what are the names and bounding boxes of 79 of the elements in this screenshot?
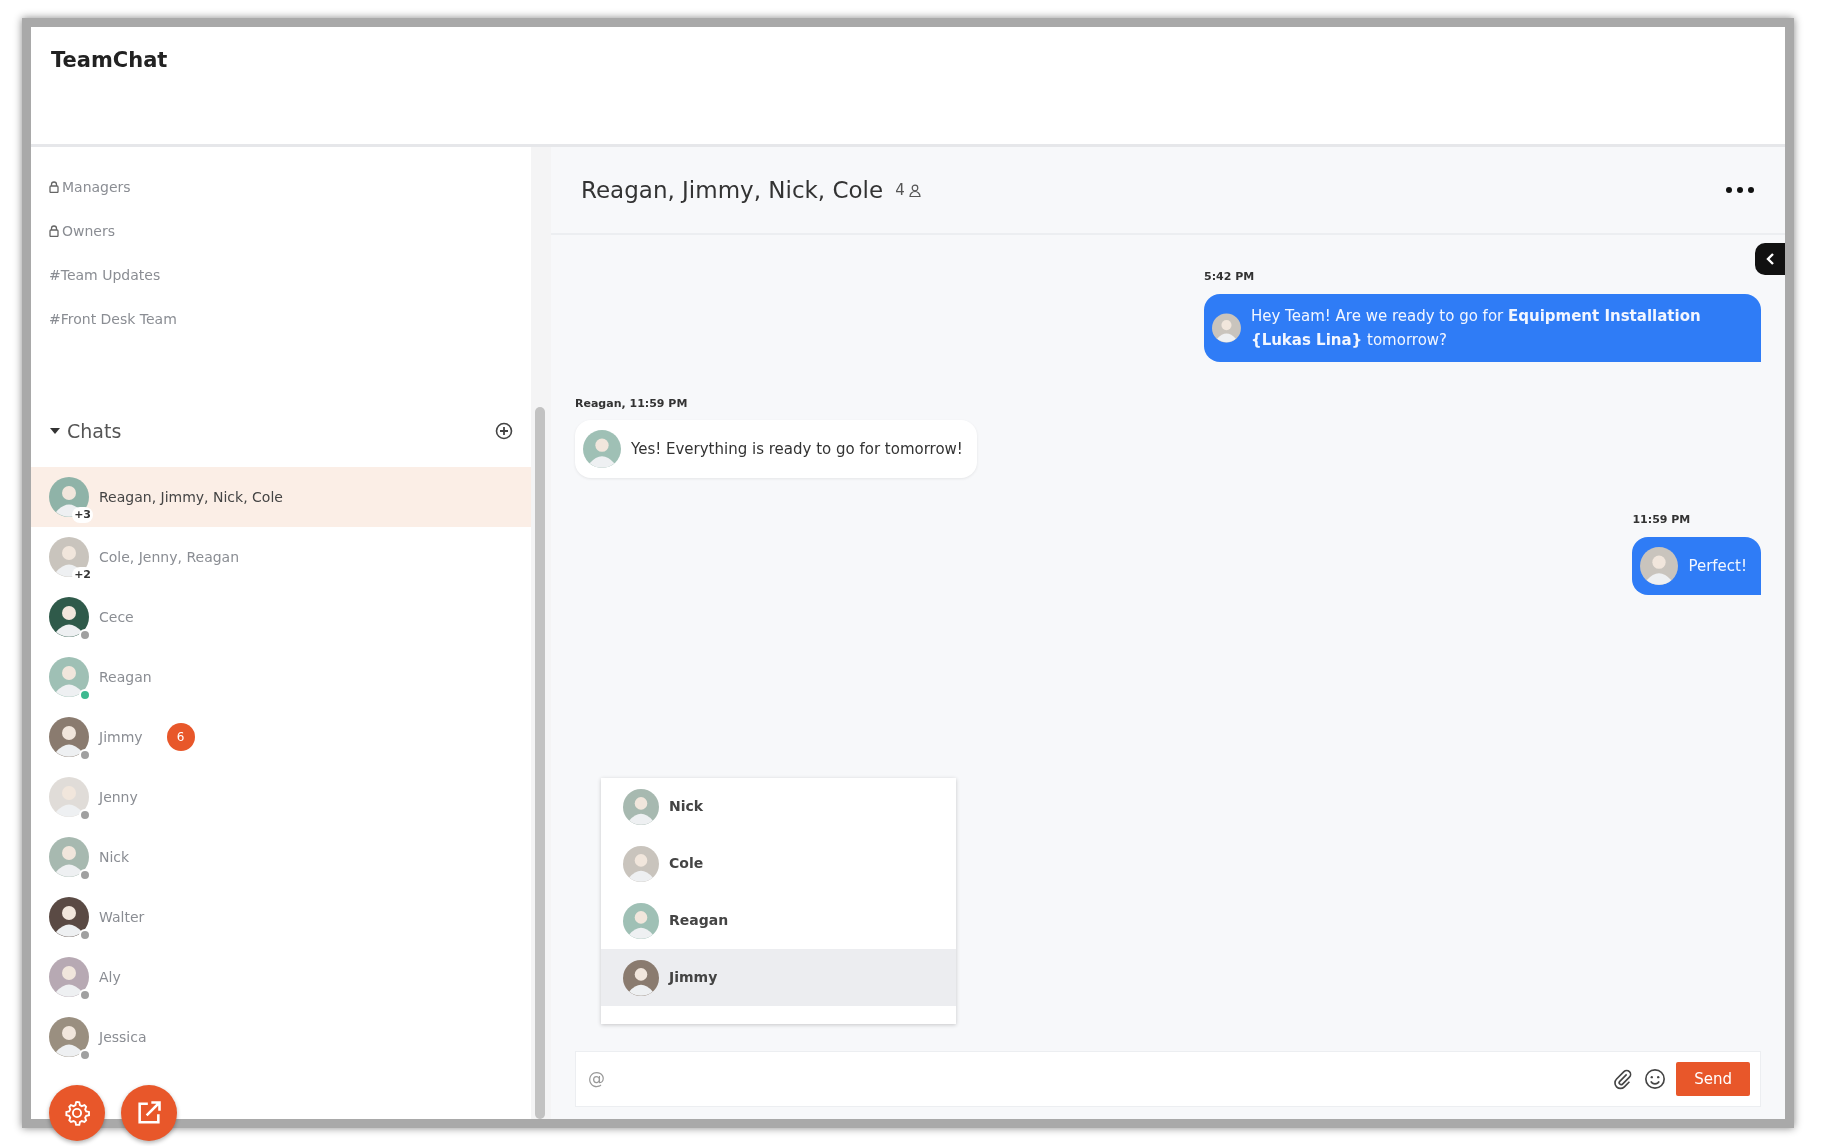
avatar-icon [49,537,89,577]
channel-item[interactable]: #Front Desk Team [31,297,531,341]
chevron-left-icon [1765,252,1775,266]
scrollbar[interactable] [535,407,545,1119]
message-text: Hey Team! Are we ready to go for Equipment Installation {Lukas Lina} tomorrow? [1250,305,1702,351]
avatar-icon [1640,546,1679,585]
avatar-icon [49,957,89,997]
channel-item[interactable]: #Team Updates [31,253,531,297]
chat-list-item[interactable]: +2 Cole, Jenny, Reagan [31,527,531,587]
channel-label: Owners [62,221,115,241]
channel-item[interactable]: Managers [31,165,531,209]
chat-name: Walter [99,907,145,927]
caret-icon[interactable] [49,427,61,435]
channel-item[interactable]: Owners [31,209,531,253]
chat-name: Jessica [99,1027,147,1047]
send-button[interactable]: Send [1676,1061,1750,1097]
channel-label: #Team Updates [49,265,161,285]
more-icon[interactable] [1725,186,1755,194]
chat-name: Cece [99,607,134,627]
message-time: 5:42 PM [1204,269,1255,285]
chat-name: Jimmy [99,727,143,747]
mention-name: Nick [669,797,704,816]
channel-label: #Front Desk Team [49,309,177,329]
settings-button[interactable] [49,1085,105,1141]
mention-option[interactable]: Nick [601,778,956,835]
avatar-icon [623,788,659,825]
chat-name: Nick [99,847,130,867]
chat-list-item[interactable]: Reagan [31,647,531,707]
section-title: Chats [67,418,122,444]
avatar-icon [623,845,659,882]
add-icon[interactable] [495,422,513,440]
channel-label: Managers [62,177,131,197]
chat-name: Jenny [99,787,138,807]
chat-list-item[interactable]: Jimmy 6 [31,707,531,767]
message-text: Yes! Everything is ready to go for tomorrow! [631,439,963,460]
mention-option[interactable]: Cole [601,835,956,892]
chat-list-item[interactable]: Nick [31,827,531,887]
avatar-icon [49,717,89,757]
avatar-icon [49,777,89,817]
member-count: 4 [895,178,921,202]
settings-icon [63,1099,91,1127]
lock-icon [49,181,59,193]
collapse-button[interactable] [1755,243,1785,275]
avatar-icon [623,959,659,996]
message-time: Reagan, 11:59 PM [575,395,688,412]
chat-name: Aly [99,967,121,987]
mention-name: Reagan [669,911,729,930]
message-input[interactable]: @ [586,1065,1603,1093]
external-link-icon [135,1099,163,1127]
emoji-icon[interactable] [1644,1068,1667,1090]
avatar-icon [49,837,89,877]
chat-list-item[interactable]: Jessica [31,1007,531,1067]
avatar-icon [49,657,89,697]
avatar-icon [623,902,659,939]
avatar-icon [49,477,89,517]
unread-badge: 6 [166,723,195,751]
mention-option[interactable]: Jimmy [601,949,956,1006]
chat-name: Reagan, Jimmy, Nick, Cole [99,487,283,507]
message-composer[interactable]: @ Send [575,1051,1761,1107]
message-time: 11:59 PM [1632,512,1691,528]
conversation-title: Reagan, Jimmy, Nick, Cole [581,175,884,205]
message-text: Perfect! [1688,555,1747,577]
chat-list-item[interactable]: Cece [31,587,531,647]
app-title: TeamChat [51,47,169,74]
lock-icon [49,225,59,237]
chat-name: Reagan [99,667,152,687]
external-link-button[interactable] [121,1085,177,1141]
chat-list-item[interactable]: Jenny [31,767,531,827]
mention-option[interactable]: Reagan [601,892,956,949]
mention-name: Cole [669,854,704,873]
mention-name: Jimmy [669,968,718,987]
chat-list-item[interactable]: +3 Reagan, Jimmy, Nick, Cole [31,467,531,527]
chat-name: Cole, Jenny, Reagan [99,547,240,567]
avatar-icon [583,430,621,468]
chat-list-item[interactable]: Walter [31,887,531,947]
chat-list-item[interactable]: Aly [31,947,531,1007]
avatar-icon [49,1017,89,1057]
avatar-icon [49,597,89,637]
avatar-icon [49,897,89,937]
